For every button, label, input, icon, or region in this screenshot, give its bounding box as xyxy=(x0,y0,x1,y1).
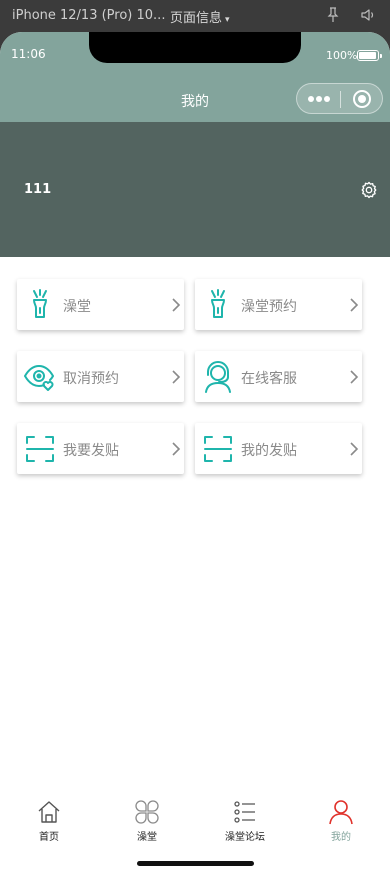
username: 111 xyxy=(24,182,52,197)
tab-home[interactable]: 首页 xyxy=(0,787,98,847)
menu-label: 澡堂 xyxy=(63,299,91,315)
tab-label: 首页 xyxy=(39,832,59,843)
speaker-icon[interactable] xyxy=(360,7,376,23)
menu-card-my-posts[interactable]: 我的发贴 xyxy=(195,423,362,474)
menu-card-cancel-booking[interactable]: 取消预约 xyxy=(17,351,184,402)
capsule-divider xyxy=(340,91,341,108)
home-indicator xyxy=(137,861,254,866)
tab-bathhouse-forum[interactable]: 澡堂论坛 xyxy=(196,787,294,847)
menu-card-bathhouse-booking[interactable]: 澡堂预约 xyxy=(195,279,362,330)
gear-icon[interactable] xyxy=(360,181,378,199)
menu-card-bathhouse[interactable]: 澡堂 xyxy=(17,279,184,330)
chevron-right-icon xyxy=(172,442,181,456)
chevron-right-icon xyxy=(350,370,359,384)
grid-petal-icon xyxy=(135,800,159,824)
profile-banner: 111 xyxy=(0,122,390,257)
home-icon xyxy=(38,801,60,823)
list-icon xyxy=(234,801,255,823)
more-dots-icon[interactable] xyxy=(308,93,330,105)
chevron-right-icon xyxy=(350,298,359,312)
menu-label: 在线客服 xyxy=(241,371,297,387)
menu-card-new-post[interactable]: 我要发贴 xyxy=(17,423,184,474)
scan-frame-icon xyxy=(26,436,54,462)
chevron-right-icon xyxy=(172,370,181,384)
tab-label: 澡堂 xyxy=(137,832,157,843)
menu-card-online-support[interactable]: 在线客服 xyxy=(195,351,362,402)
menu-label: 澡堂预约 xyxy=(241,299,297,315)
faucet-icon xyxy=(33,289,47,318)
battery-percent: 100% xyxy=(326,49,358,62)
page-info-dropdown[interactable]: 页面信息 ▾ xyxy=(170,7,230,26)
mini-program-capsule xyxy=(296,83,383,114)
eye-heart-icon xyxy=(24,365,54,391)
status-time: 11:06 xyxy=(11,47,46,61)
tab-label: 我的 xyxy=(331,832,351,843)
faucet-icon xyxy=(211,289,225,318)
user-icon xyxy=(329,800,353,825)
tab-label: 澡堂论坛 xyxy=(225,832,265,843)
bottom-tab-bar: 首页 澡堂 澡堂论坛 我的 xyxy=(0,787,390,847)
caret-down-icon: ▾ xyxy=(225,15,230,25)
headset-icon xyxy=(205,361,231,393)
chevron-right-icon xyxy=(350,442,359,456)
devtools-toolbar: iPhone 12/13 (Pro) 10... 页面信息 ▾ xyxy=(0,0,390,32)
pin-icon[interactable] xyxy=(326,7,340,23)
device-notch xyxy=(89,32,301,63)
close-target-icon[interactable] xyxy=(353,90,371,108)
menu-label: 我的发贴 xyxy=(241,443,297,459)
phone-screen: 11:06 100% 我的 111 澡堂 澡堂预约 取消预约 在线客服 我要发贴… xyxy=(0,32,390,875)
battery-icon xyxy=(357,50,382,61)
page-info-label: 页面信息 xyxy=(170,11,223,26)
tab-mine[interactable]: 我的 xyxy=(292,787,390,847)
navigation-bar: 11:06 100% 我的 xyxy=(0,32,390,122)
menu-label: 我要发贴 xyxy=(63,443,119,459)
menu-label: 取消预约 xyxy=(63,371,119,387)
chevron-right-icon xyxy=(172,298,181,312)
scan-frame-icon xyxy=(204,436,232,462)
tab-bathhouse[interactable]: 澡堂 xyxy=(98,787,196,847)
device-selector[interactable]: iPhone 12/13 (Pro) 10... xyxy=(12,8,165,23)
